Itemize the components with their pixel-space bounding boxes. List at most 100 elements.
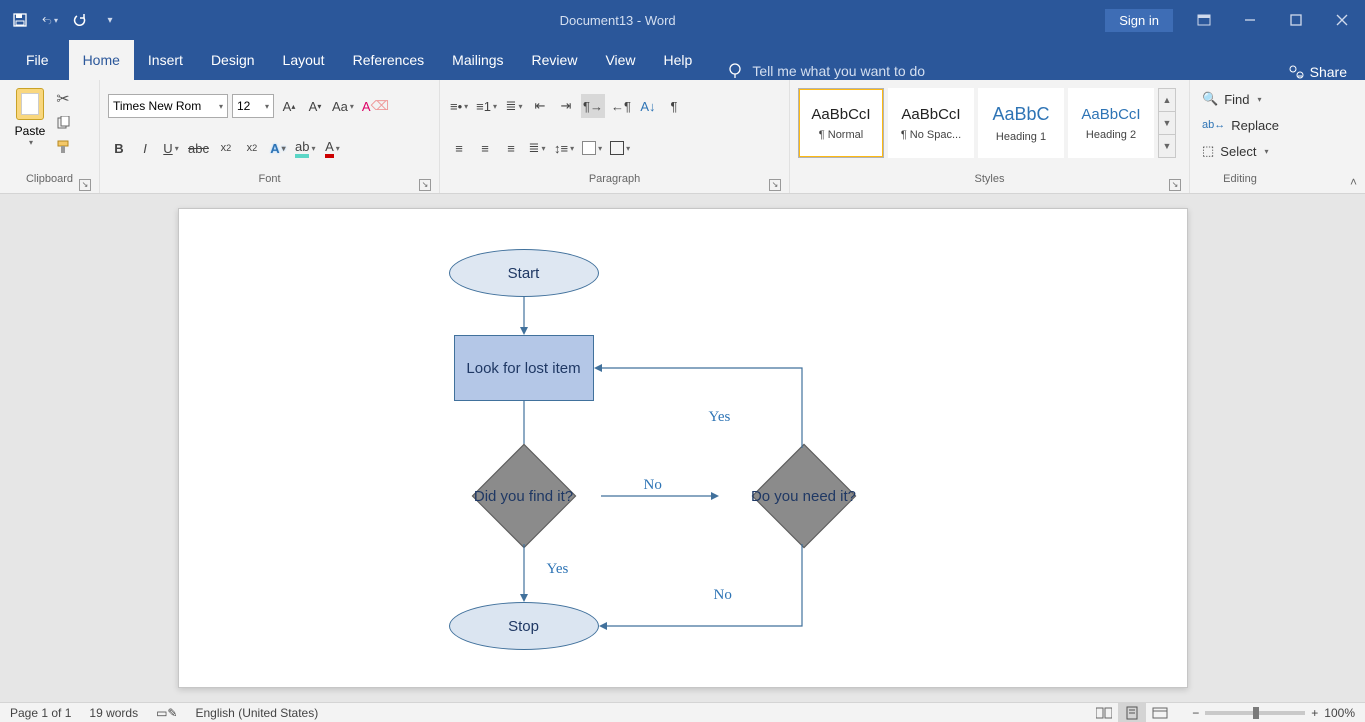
style-heading-1[interactable]: AaBbC Heading 1 [978,88,1064,158]
format-painter-icon[interactable] [54,138,72,156]
tab-design[interactable]: Design [197,40,269,80]
ribbon-display-options-icon[interactable] [1181,0,1227,40]
status-words[interactable]: 19 words [89,706,138,720]
tab-layout[interactable]: Layout [269,40,339,80]
cut-icon[interactable]: ✂ [54,90,72,108]
page[interactable]: Start Look for lost item Did you find it… [178,208,1188,688]
share-icon [1288,64,1304,80]
lightbulb-icon [726,62,744,80]
numbering-icon[interactable]: ≡1▾ [474,94,499,118]
tab-review[interactable]: Review [518,40,592,80]
tab-home[interactable]: Home [69,40,134,80]
sort-icon[interactable]: A↓ [637,94,659,118]
flowchart-stop[interactable]: Stop [449,602,599,650]
maximize-icon[interactable] [1273,0,1319,40]
shading-icon[interactable]: ▾ [580,136,604,160]
signin-button[interactable]: Sign in [1105,9,1173,32]
styles-scroll-down-icon[interactable]: ▼ [1159,112,1175,135]
styles-more-icon[interactable]: ▼ [1159,135,1175,157]
font-size-combo[interactable]: 12▾ [232,94,274,118]
style-no-spacing[interactable]: AaBbCcI ¶ No Spac... [888,88,974,158]
proofing-icon[interactable]: ▭✎ [156,706,177,720]
document-area[interactable]: Start Look for lost item Did you find it… [0,194,1365,702]
status-language[interactable]: English (United States) [196,706,319,720]
read-mode-icon[interactable] [1090,703,1118,722]
italic-button[interactable]: I [134,136,156,160]
copy-icon[interactable] [54,114,72,132]
increase-font-icon[interactable]: A▴ [278,94,300,118]
font-name-combo[interactable]: Times New Rom▾ [108,94,228,118]
align-right-icon[interactable]: ≡ [500,136,522,160]
undo-icon[interactable]: ▾ [42,12,58,28]
strikethrough-button[interactable]: abc [186,136,211,160]
print-layout-icon[interactable] [1118,703,1146,722]
justify-icon[interactable]: ≣▾ [526,136,548,160]
replace-button[interactable]: ab↔Replace [1198,112,1282,138]
change-case-icon[interactable]: Aa▾ [330,94,356,118]
decrease-font-icon[interactable]: A▾ [304,94,326,118]
font-launcher-icon[interactable]: ↘ [419,179,431,191]
flowchart-need-label: Do you need it? [719,443,889,549]
group-font-label: Font [258,173,280,185]
line-spacing-icon[interactable]: ↕≡▾ [552,136,576,160]
style-preview: AaBbCcI [1081,106,1140,123]
tab-mailings[interactable]: Mailings [438,40,517,80]
flowchart-yes-label-1: Yes [547,561,569,578]
flowchart-look[interactable]: Look for lost item [454,335,594,401]
tab-help[interactable]: Help [650,40,707,80]
decrease-indent-icon[interactable]: ⇤ [529,94,551,118]
bold-button[interactable]: B [108,136,130,160]
subscript-button[interactable]: x2 [215,136,237,160]
status-page[interactable]: Page 1 of 1 [10,706,71,720]
paragraph-launcher-icon[interactable]: ↘ [769,179,781,191]
text-effects-icon[interactable]: A▾ [267,136,289,160]
underline-button[interactable]: U▾ [160,136,182,160]
share-button[interactable]: Share [1288,64,1347,80]
tab-references[interactable]: References [339,40,439,80]
tab-insert[interactable]: Insert [134,40,197,80]
redo-icon[interactable] [72,12,88,28]
tell-me-search[interactable]: Tell me what you want to do [726,62,925,80]
superscript-button[interactable]: x2 [241,136,263,160]
style-normal[interactable]: AaBbCcI ¶ Normal [798,88,884,158]
flowchart-need-decision[interactable]: Do you need it? [719,443,889,549]
minimize-icon[interactable] [1227,0,1273,40]
font-color-icon[interactable]: A▾ [321,136,343,160]
select-button[interactable]: ⬚Select▾ [1198,138,1282,164]
web-layout-icon[interactable] [1146,703,1174,722]
save-icon[interactable] [12,12,28,28]
increase-indent-icon[interactable]: ⇥ [555,94,577,118]
collapse-ribbon-icon[interactable]: ˄ [1350,175,1357,189]
flowchart-start[interactable]: Start [449,249,599,297]
zoom-value[interactable]: 100% [1324,706,1355,720]
borders-icon[interactable]: ▾ [608,136,632,160]
tab-view[interactable]: View [591,40,649,80]
select-icon: ⬚ [1202,143,1214,159]
titlebar: ▾ ▾ Document13 - Word Sign in [0,0,1365,40]
ribbon: Paste ▾ ✂ Clipboard↘ Times New Rom▾ 12▾ … [0,80,1365,194]
zoom-out-icon[interactable]: − [1192,706,1199,720]
qat-customize-icon[interactable]: ▾ [102,12,118,28]
align-center-icon[interactable]: ≡ [474,136,496,160]
zoom-slider[interactable] [1205,711,1305,715]
find-button[interactable]: 🔍Find▾ [1198,86,1282,112]
style-heading-2[interactable]: AaBbCcI Heading 2 [1068,88,1154,158]
highlight-icon[interactable]: ab▾ [293,136,317,160]
align-left-icon[interactable]: ≡ [448,136,470,160]
close-icon[interactable] [1319,0,1365,40]
zoom-control: − + 100% [1192,706,1355,720]
clear-formatting-icon[interactable]: A⌫ [360,94,391,118]
ltr-icon[interactable]: ¶→ [581,94,605,118]
select-label: Select [1220,144,1256,159]
styles-scroll-up-icon[interactable]: ▲ [1159,89,1175,112]
paste-button[interactable]: Paste ▾ [8,84,52,173]
styles-launcher-icon[interactable]: ↘ [1169,179,1181,191]
flowchart-find-decision[interactable]: Did you find it? [439,443,609,549]
show-marks-icon[interactable]: ¶ [663,94,685,118]
tab-file[interactable]: File [12,40,63,80]
bullets-icon[interactable]: ≡•▾ [448,94,470,118]
rtl-icon[interactable]: ←¶ [609,94,633,118]
clipboard-launcher-icon[interactable]: ↘ [79,179,91,191]
multilevel-list-icon[interactable]: ≣▾ [503,94,525,118]
zoom-in-icon[interactable]: + [1311,706,1318,720]
